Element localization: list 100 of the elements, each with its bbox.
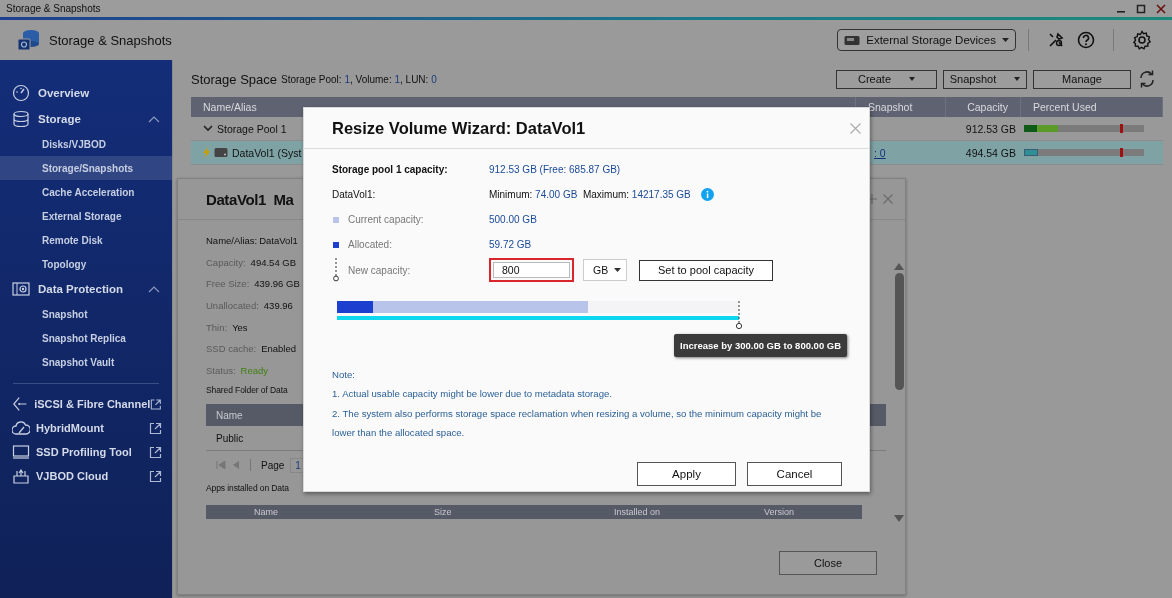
info-icon[interactable] (700, 188, 714, 201)
add-icon[interactable] (867, 194, 877, 204)
column-header[interactable]: Size (426, 505, 606, 520)
field-label: Capacity: (206, 256, 246, 268)
nav-item[interactable]: Storage (0, 106, 172, 132)
chevron-down-icon[interactable] (203, 125, 213, 132)
caret-icon (614, 268, 621, 272)
field-value: Ready (240, 364, 269, 376)
field-value: 74.00 GB (534, 189, 578, 200)
summary-value: 0 (430, 73, 437, 85)
table-cell: DataVol1 (Syst (232, 146, 302, 159)
nav-link[interactable]: VJBOD Cloud (0, 464, 172, 488)
scroll-down-icon[interactable] (894, 515, 904, 522)
maximize-icon[interactable] (1136, 3, 1146, 14)
dialog-button[interactable]: Cancel (747, 461, 842, 486)
pager-label: Page (261, 459, 285, 471)
pool-capacity-button[interactable]: Set to pool capacity (639, 259, 773, 281)
toolbar-button[interactable]: Manage (1033, 69, 1131, 89)
tools-icon[interactable] (1047, 31, 1065, 49)
gauge-icon (12, 84, 30, 102)
chevron-up-icon[interactable] (148, 285, 160, 293)
marker-legend-icon (333, 258, 339, 282)
close-button[interactable]: Close (779, 551, 877, 575)
field-label: Status: (206, 364, 236, 376)
legend-swatch-icon (333, 216, 339, 223)
storage-app-icon (17, 28, 41, 52)
column-header[interactable]: Version (756, 505, 862, 520)
column-header[interactable]: Name (246, 505, 426, 520)
scrollbar-thumb[interactable] (894, 273, 904, 390)
help-icon[interactable] (1077, 31, 1095, 49)
nav-item[interactable]: External Storage (0, 204, 172, 228)
nav-link[interactable]: SSD Profiling Tool (0, 440, 172, 464)
capacity-field[interactable]: 800 (489, 258, 574, 282)
dialog-button[interactable]: Apply (637, 461, 736, 486)
nav-item[interactable]: Snapshot Replica (0, 326, 172, 350)
refresh-icon[interactable] (1137, 69, 1157, 89)
field-label: DataVol1: (332, 189, 377, 200)
column-header[interactable]: Percent Used (1021, 97, 1163, 117)
field-label: Current capacity: (348, 214, 424, 225)
ssd-icon (12, 443, 30, 461)
field-value: Enabled (261, 343, 297, 355)
column-header[interactable]: Name (216, 409, 243, 421)
nav-link[interactable]: HybridMount (0, 416, 172, 440)
caret-icon (1002, 38, 1009, 42)
field-label: Name/Alias: (206, 235, 258, 247)
external-link-icon (149, 469, 162, 483)
table-cell: Public (216, 432, 244, 444)
panel-title: DataVol1 Ma (206, 190, 294, 208)
field-value: 439.96 GB (254, 278, 300, 290)
nav-item[interactable]: Remote Disk (0, 228, 172, 252)
capacity-marker-icon[interactable] (734, 301, 744, 329)
settings-icon[interactable] (1132, 30, 1152, 50)
cloud-icon (12, 419, 30, 437)
section-heading: Shared Folder of Data (206, 385, 288, 396)
snapshot-link[interactable]: : 0 (874, 146, 886, 159)
field-value: 500.00 GB (489, 214, 538, 225)
external-link-icon (149, 445, 162, 459)
connector-icon (12, 395, 29, 413)
close-icon[interactable] (1156, 3, 1166, 14)
chevron-up-icon[interactable] (148, 115, 160, 123)
external-link-icon (149, 421, 162, 435)
nav-item[interactable]: Snapshot (0, 302, 172, 326)
nav-item[interactable]: Disks/VJBOD (0, 132, 172, 156)
field-label: Free Size: (206, 278, 250, 290)
field-label: Unallocated: (206, 300, 259, 312)
summary-label: , Volume: (349, 73, 392, 85)
field-label: Allocated: (348, 239, 392, 250)
column-header[interactable]: Snapshot (856, 97, 946, 117)
field-label: Minimum: (489, 189, 533, 200)
note-text: 2. The system also performs storage space reclamation when resizing a volume, so the minimum capacity might be lower than the allocated space. (332, 406, 823, 440)
column-header[interactable]: Capacity (946, 97, 1021, 117)
summary-value: 1 (343, 73, 350, 85)
field-label: Maximum: (581, 189, 630, 200)
nav-item[interactable]: Storage/Snapshots (0, 156, 172, 180)
scroll-up-icon[interactable] (894, 263, 904, 270)
nav-item[interactable]: Cache Acceleration (0, 180, 172, 204)
unit-dropdown[interactable]: GB (583, 259, 627, 281)
column-header[interactable]: Installed on (606, 505, 756, 520)
field-label: Storage pool 1 capacity: (332, 164, 449, 175)
dropdown-button[interactable]: Create (836, 69, 937, 89)
external-link-icon (150, 397, 162, 411)
nav-item[interactable]: Overview (0, 80, 172, 106)
nav-link[interactable]: iSCSI & Fibre Channel (0, 392, 172, 416)
field-value: 59.72 GB (489, 239, 533, 250)
database-icon (12, 110, 30, 128)
dropdown-button[interactable]: Snapshot (943, 69, 1027, 89)
cloud-enclosure-icon (12, 467, 30, 485)
nav-item[interactable]: Topology (0, 252, 172, 276)
table-cell: 494.54 GB (965, 146, 1016, 159)
camera-icon (12, 280, 30, 298)
nav-item[interactable]: Snapshot Vault (0, 350, 172, 374)
note-text: 1. Actual usable capacity might be lower due to metadata storage. (332, 387, 613, 401)
device-dropdown[interactable]: External Storage Devices (837, 29, 1016, 51)
summary-label: , LUN: (400, 73, 429, 85)
nav-item[interactable]: Data Protection (0, 276, 172, 302)
window-title: Storage & Snapshots (6, 3, 102, 14)
legend-swatch-icon (333, 241, 339, 248)
section-title: Storage Space (191, 71, 277, 87)
summary-label: Storage Pool: (281, 73, 342, 85)
app-title: Storage & Snapshots (49, 32, 173, 48)
